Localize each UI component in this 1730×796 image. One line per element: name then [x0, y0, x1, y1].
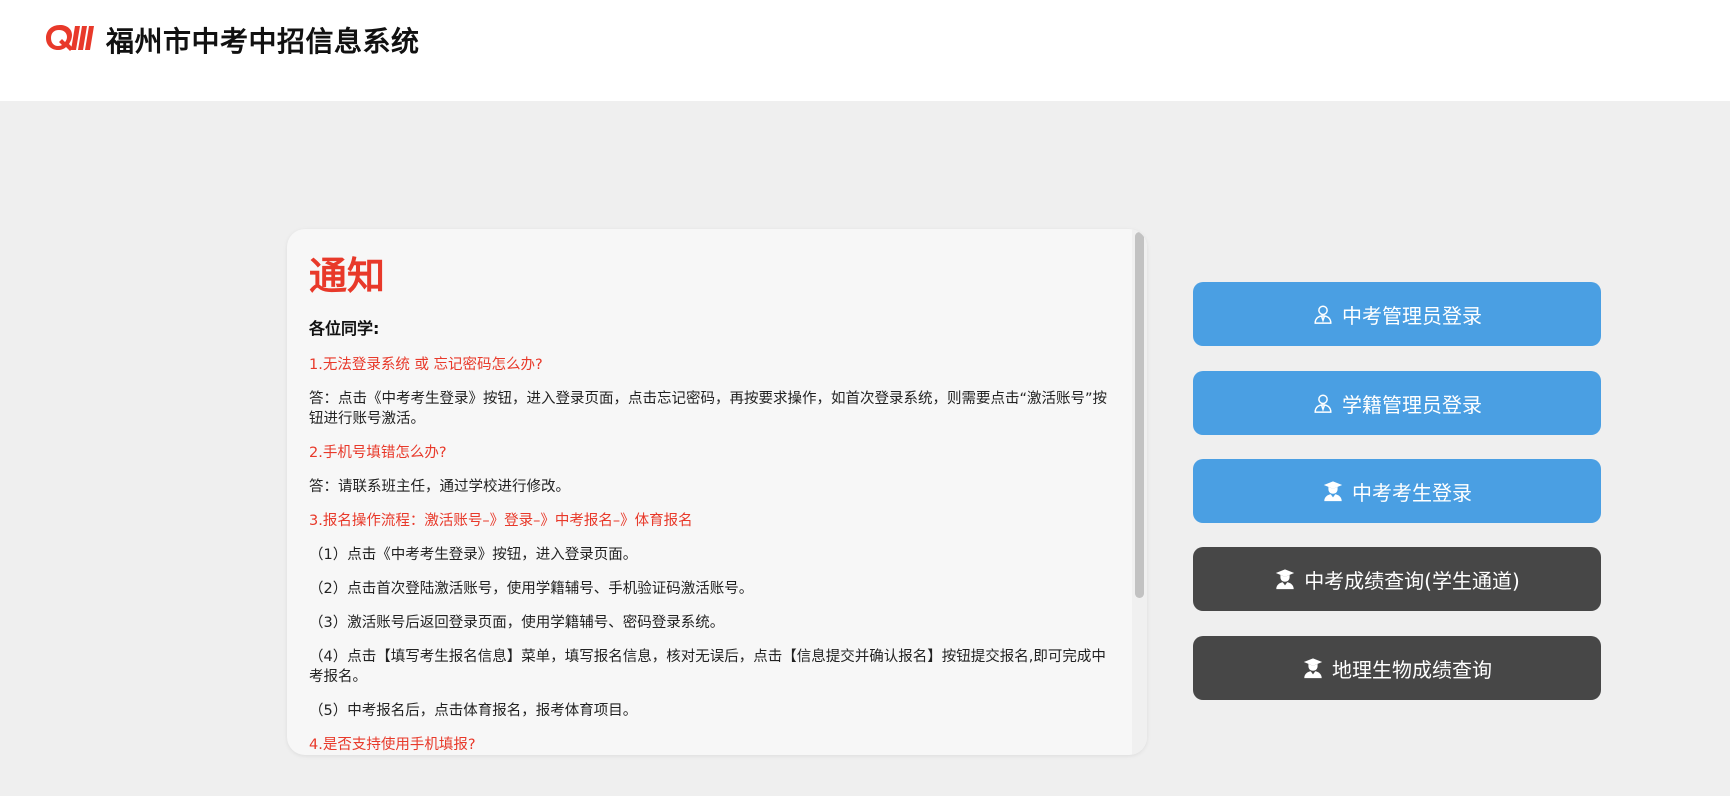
brand-logo-icon[interactable]	[44, 22, 96, 54]
student-icon	[1276, 569, 1295, 590]
geo-bio-score-query-button[interactable]: 地理生物成绩查询	[1193, 636, 1601, 700]
faq-answer: 答：点击《中考考生登录》按钮，进入登录页面，点击忘记密码，再按要求操作，如首次登…	[309, 391, 1108, 427]
faq-step: （1）点击《中考考生登录》按钮，进入登录页面。	[309, 547, 638, 563]
faq-question: 2.手机号填错怎么办?	[309, 445, 447, 461]
notice-panel: 通知 各位同学: 1.无法登录系统 或 忘记密码怎么办? 答：点击《中考考生登录…	[287, 229, 1147, 755]
exam-admin-login-button[interactable]: 中考管理员登录	[1193, 282, 1601, 346]
notice-greeting: 各位同学:	[309, 319, 380, 338]
button-label: 中考考生登录	[1352, 480, 1472, 505]
student-icon	[1303, 658, 1323, 679]
button-label: 中考管理员登录	[1342, 303, 1482, 328]
student-login-button[interactable]: 中考考生登录	[1193, 459, 1601, 523]
button-label: 中考成绩查询(学生通道)	[1304, 568, 1520, 593]
scrollbar-thumb[interactable]	[1135, 232, 1144, 598]
faq-step: （2）点击首次登陆激活账号，使用学籍辅号、手机验证码激活账号。	[309, 581, 754, 597]
header: 福州市中考中招信息系统	[0, 0, 1730, 101]
faq-step: （3）激活账号后返回登录页面，使用学籍辅号、密码登录系统。	[309, 615, 725, 631]
faq-question: 4.是否支持使用手机填报?	[309, 737, 476, 753]
notice-title: 通知	[309, 254, 386, 298]
faq-question: 3.报名操作流程：激活账号–》登录–》中考报名–》体育报名	[309, 513, 693, 529]
user-admin-icon	[1314, 305, 1332, 324]
faq-question: 1.无法登录系统 或 忘记密码怎么办?	[309, 357, 543, 373]
user-admin-icon	[1314, 394, 1332, 413]
faq-step: （4）点击【填写考生报名信息】菜单，填写报名信息，核对无误后，点击【信息提交并确…	[309, 649, 1106, 685]
site-title: 福州市中考中招信息系统	[106, 25, 420, 58]
student-icon	[1323, 481, 1343, 502]
faq-answer: 答：请联系班主任，通过学校进行修改。	[309, 479, 570, 495]
registry-admin-login-button[interactable]: 学籍管理员登录	[1193, 371, 1601, 435]
faq-step: （5）中考报名后，点击体育报名，报考体育项目。	[309, 703, 638, 719]
scrollbar[interactable]	[1132, 229, 1147, 755]
button-label: 地理生物成绩查询	[1332, 657, 1492, 682]
button-label: 学籍管理员登录	[1342, 392, 1482, 417]
notice-scroll-area[interactable]: 通知 各位同学: 1.无法登录系统 或 忘记密码怎么办? 答：点击《中考考生登录…	[287, 229, 1132, 755]
score-query-button[interactable]: 中考成绩查询(学生通道)	[1193, 547, 1601, 611]
